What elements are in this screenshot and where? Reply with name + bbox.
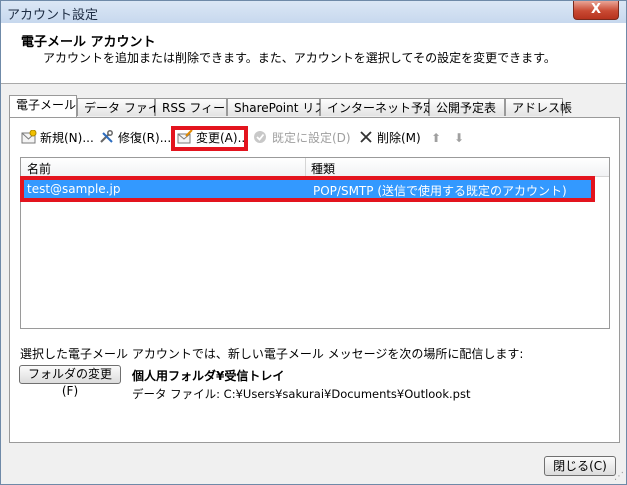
list-header: 名前 種類: [21, 158, 609, 177]
header-band: 電子メール アカウント アカウントを追加または削除できます。また、アカウントを選…: [1, 23, 626, 84]
delivery-description: 選択した電子メール アカウントでは、新しい電子メール メッセージを次の場所に配信…: [20, 347, 524, 361]
header-description: アカウントを追加または削除できます。また、アカウントを選択してその設定を変更でき…: [43, 51, 556, 65]
tab-published-calendars[interactable]: 公開予定表: [429, 98, 505, 116]
delivery-folder: 個人用フォルダ¥受信トレイ: [132, 369, 285, 383]
tab-data-files[interactable]: データ ファイル: [77, 98, 172, 116]
new-button-label: 新規(N)...: [40, 131, 94, 145]
tab-sharepoint-lists[interactable]: SharePoint リスト: [227, 98, 338, 116]
new-button[interactable]: 新規(N)...: [21, 127, 94, 149]
tab-internet-calendars[interactable]: インターネット予定表: [320, 98, 447, 116]
window-close-button[interactable]: X: [573, 1, 619, 20]
window-title: アカウント設定: [7, 8, 99, 23]
tab-address-books[interactable]: アドレス帳: [505, 98, 572, 116]
column-divider[interactable]: [305, 158, 306, 176]
delete-x-icon: [360, 131, 372, 143]
column-header-name[interactable]: 名前: [27, 160, 51, 177]
data-file-path: データ ファイル: C:¥Users¥sakurai¥Documents¥Out…: [132, 387, 471, 401]
repair-tools-icon: [100, 130, 113, 143]
column-header-type[interactable]: 種類: [311, 160, 335, 177]
tab-rss-feeds[interactable]: RSS フィード: [155, 98, 237, 116]
close-button[interactable]: 閉じる(C): [544, 456, 616, 476]
move-down-button[interactable]: ⬇: [454, 127, 464, 149]
header-title: 電子メール アカウント: [21, 35, 156, 50]
delete-button[interactable]: 削除(M): [358, 127, 421, 149]
title-bar: アカウント設定 X: [1, 1, 626, 23]
resize-grip-icon[interactable]: ⋰: [614, 471, 624, 482]
new-account-icon: [21, 130, 37, 144]
checkmark-icon: [254, 131, 266, 143]
change-button-highlight: [171, 126, 248, 151]
delete-button-label: 削除(M): [377, 131, 421, 145]
tab-email[interactable]: 電子メール: [9, 95, 77, 117]
account-settings-window: アカウント設定 X 電子メール アカウント アカウントを追加または削除できます。…: [0, 0, 627, 485]
repair-button-label: 修復(R)...: [118, 131, 172, 145]
set-default-label: 既定に設定(D): [272, 131, 351, 145]
change-folder-button[interactable]: フォルダの変更(F): [19, 365, 121, 398]
move-up-button[interactable]: ⬆: [431, 127, 441, 149]
set-default-button[interactable]: 既定に設定(D): [253, 127, 351, 149]
account-row-highlight: [20, 176, 595, 202]
repair-button[interactable]: 修復(R)...: [99, 127, 171, 149]
